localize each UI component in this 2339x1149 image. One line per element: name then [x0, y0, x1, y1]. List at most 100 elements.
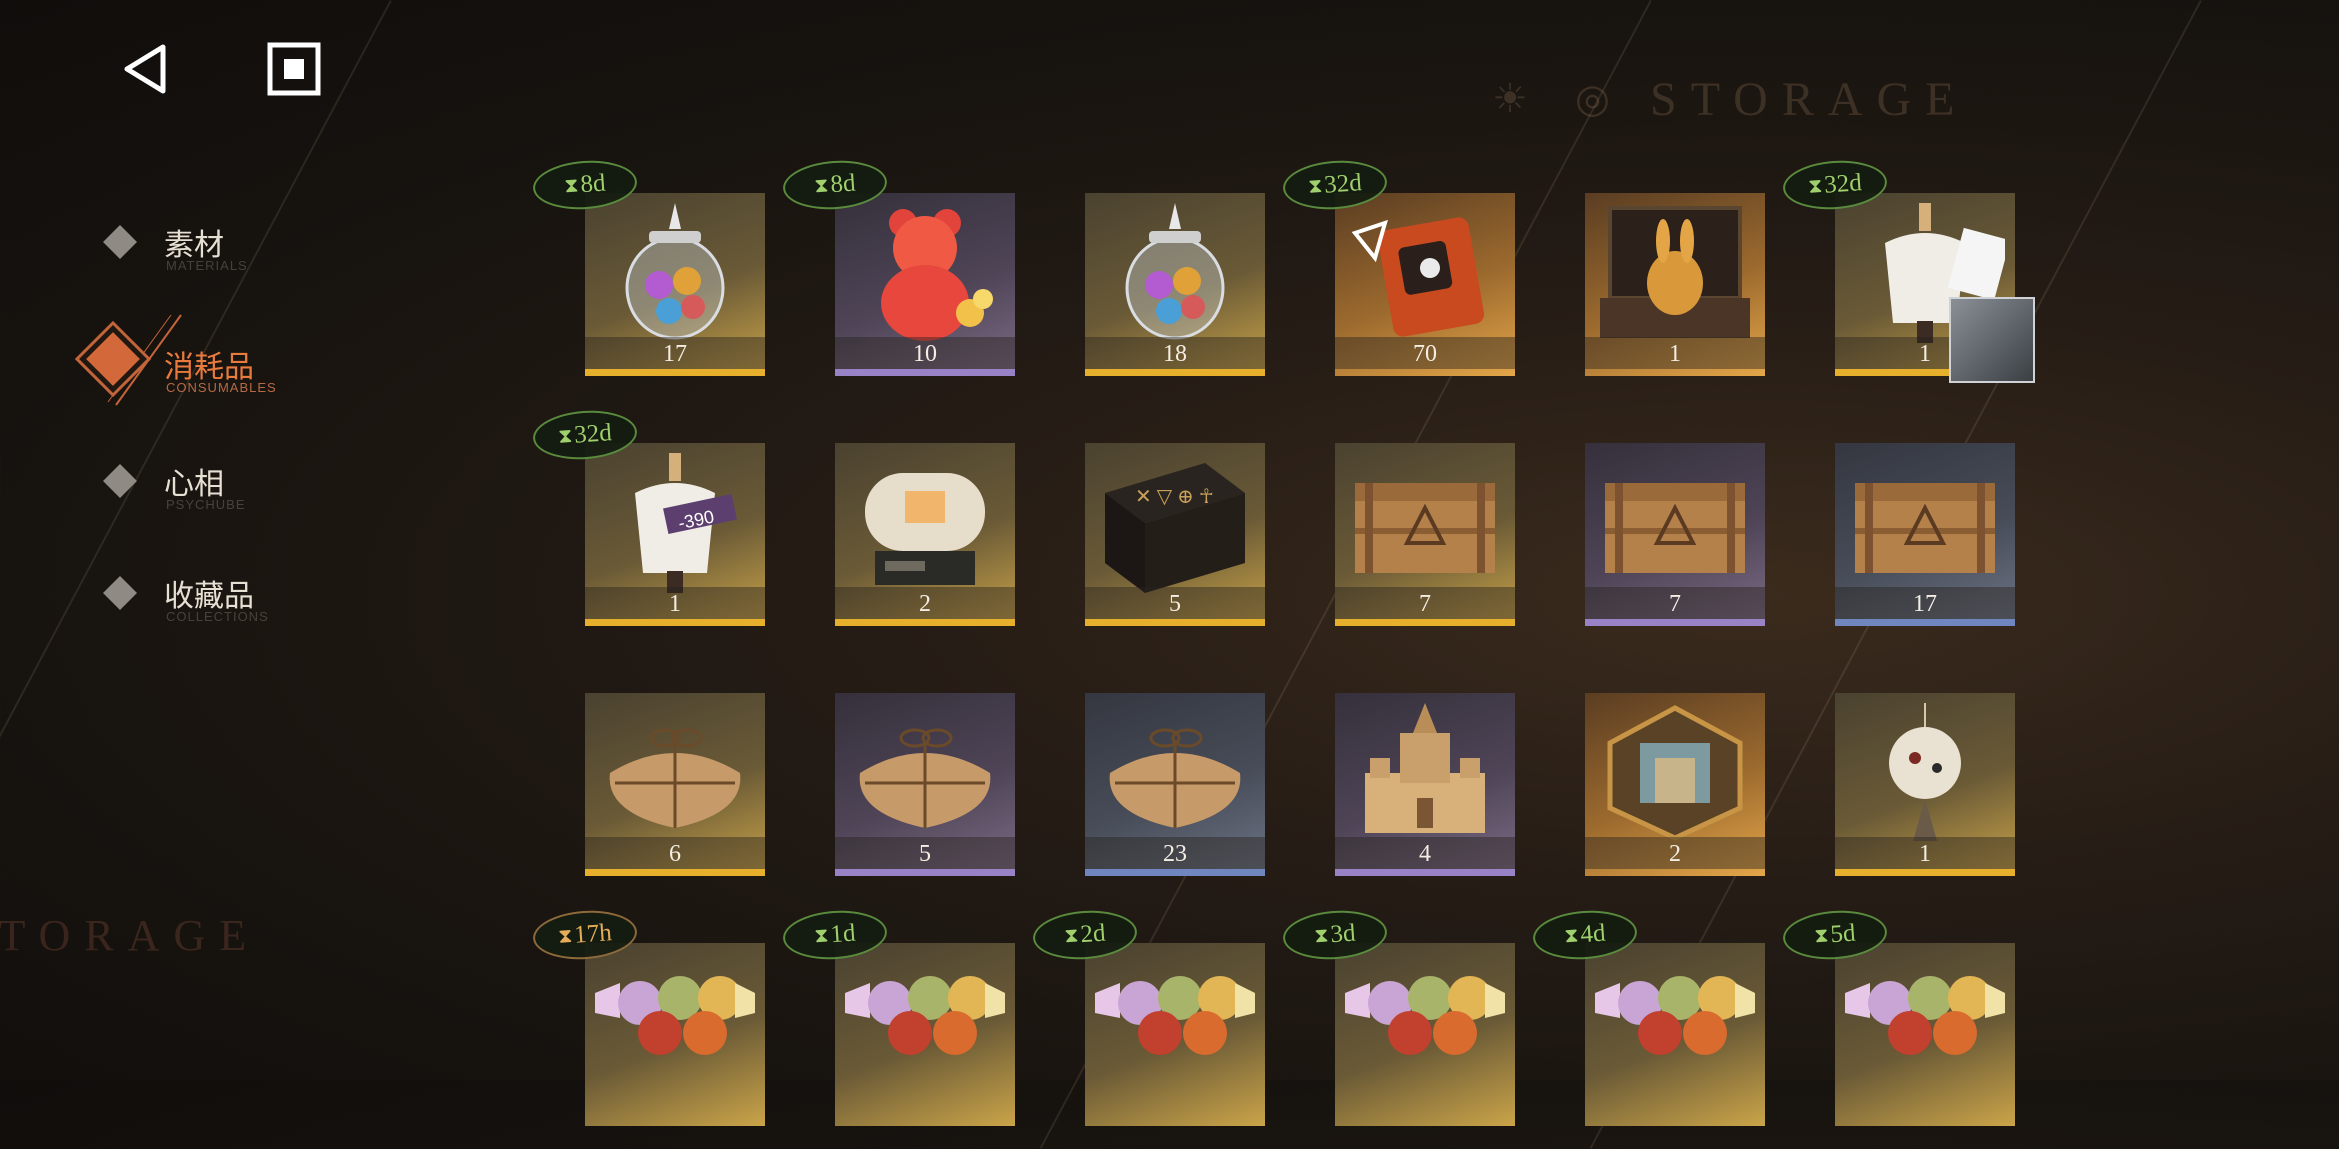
- item-count: 5: [1169, 591, 1181, 617]
- diamond-icon: [103, 464, 137, 498]
- item-count: 23: [1163, 841, 1187, 867]
- home-button[interactable]: [259, 34, 329, 104]
- timer-value: 2d: [1079, 919, 1107, 949]
- hourglass-icon: ⧗: [557, 924, 574, 948]
- inventory-item[interactable]: ⧗ 3d: [1281, 907, 1515, 1126]
- inventory-item[interactable]: 2: [1585, 693, 1765, 876]
- timer-value: 17h: [573, 919, 613, 949]
- hexagon-badge-icon: [1595, 703, 1755, 843]
- timer-value: 4d: [1579, 919, 1607, 949]
- rarity-bar: [835, 369, 1015, 376]
- inventory-item[interactable]: 17 ⧗ 8d: [531, 157, 765, 376]
- svg-text:✕ ▽ ⊕ ☥: ✕ ▽ ⊕ ☥: [1135, 486, 1214, 508]
- storage-watermark-bottom: STORAGE: [0, 911, 261, 960]
- inventory-item[interactable]: ⧗ 4d: [1531, 907, 1765, 1126]
- rarity-bar: [1335, 869, 1515, 876]
- hourglass-icon: ⧗: [1563, 923, 1580, 947]
- inventory-item[interactable]: ⧗ 1d: [781, 907, 1015, 1126]
- inventory-item[interactable]: 1: [1585, 193, 1765, 376]
- inventory-item[interactable]: 1 ⧗ 32d: [1781, 157, 2035, 383]
- item-count: 6: [669, 841, 681, 867]
- rarity-bar: [1585, 869, 1765, 876]
- jar-of-candies-icon: [1095, 203, 1255, 343]
- inventory-item[interactable]: 7: [1585, 443, 1765, 626]
- golden-rabbit-box-icon: [1595, 203, 1755, 343]
- square-home-icon: [267, 42, 321, 96]
- sand-castle-icon: [1345, 703, 1505, 843]
- rarity-bar: [1835, 869, 2015, 876]
- inventory-item[interactable]: 10 ⧗ 8d: [781, 157, 1015, 376]
- back-button[interactable]: [110, 34, 180, 104]
- item-count: 2: [919, 591, 931, 617]
- hourglass-icon: ⧗: [1813, 923, 1830, 947]
- inventory-item[interactable]: ⧗ 2d: [1031, 907, 1265, 1126]
- paper-parcel-icon: [845, 703, 1005, 843]
- hourglass-icon: ⧗: [813, 173, 830, 197]
- timer-value: 32d: [1323, 169, 1363, 199]
- category-sublabel: MATERIALS: [166, 258, 248, 273]
- inventory-item[interactable]: ⧗ 17h: [531, 907, 765, 1126]
- rarity-bar: [1585, 369, 1765, 376]
- wooden-crate-icon: [1345, 453, 1505, 593]
- item-count: 1: [1919, 841, 1931, 867]
- wrapped-candies-icon: [1595, 953, 1755, 1093]
- inventory-item[interactable]: ✕ ▽ ⊕ ☥ 5: [1085, 443, 1265, 626]
- wooden-crate-icon: [1595, 453, 1755, 593]
- wooden-crate-icon: [1845, 453, 2005, 593]
- hourglass-icon: ⧗: [1807, 174, 1824, 198]
- item-count: 1: [669, 591, 681, 617]
- item-count: 5: [919, 841, 931, 867]
- inventory-item[interactable]: 7: [1335, 443, 1515, 626]
- rarity-bar: [585, 619, 765, 626]
- paper-parcel-icon: [1095, 703, 1255, 843]
- inventory-item[interactable]: ⧗ 5d: [1781, 907, 2015, 1126]
- category-sublabel: COLLECTIONS: [166, 609, 269, 624]
- jar-of-candies-icon: [595, 203, 755, 343]
- character-portrait-icon: [1949, 297, 2035, 383]
- triangle-back-icon: [124, 44, 166, 94]
- item-count: 7: [1419, 591, 1431, 617]
- rarity-bar: [1835, 619, 2015, 626]
- diamond-icon: [103, 225, 137, 259]
- inventory-item[interactable]: 4: [1335, 693, 1515, 876]
- timer-value: 3d: [1329, 919, 1357, 949]
- rarity-bar: [1335, 619, 1515, 626]
- inventory-item[interactable]: -390 1 ⧗ 32d: [531, 407, 765, 626]
- capsule-machine-icon: [845, 453, 1005, 593]
- wrapped-candies-icon: [845, 953, 1005, 1093]
- hourglass-icon: ⧗: [1063, 923, 1080, 947]
- rune-chest-icon: ✕ ▽ ⊕ ☥: [1095, 453, 1255, 593]
- inventory-item[interactable]: 17: [1835, 443, 2015, 626]
- rarity-bar: [1085, 369, 1265, 376]
- item-count: 2: [1669, 841, 1681, 867]
- red-gummy-bear-icon: [845, 203, 1005, 343]
- rarity-bar: [1335, 369, 1515, 376]
- item-count: 1: [1669, 341, 1681, 367]
- item-count: 10: [913, 341, 937, 367]
- category-sublabel: PSYCHUBE: [166, 497, 246, 512]
- paper-parcel-icon: [595, 703, 755, 843]
- inventory-item[interactable]: 23: [1085, 693, 1265, 876]
- inventory-item[interactable]: 5: [835, 693, 1015, 876]
- inventory-item[interactable]: 6: [585, 693, 765, 876]
- inventory-item[interactable]: 70 ⧗ 32d: [1281, 157, 1515, 376]
- wrapped-candies-icon: [1345, 953, 1505, 1093]
- timer-value: 8d: [579, 169, 607, 199]
- rarity-bar: [835, 619, 1015, 626]
- mannequin-coupon-icon: -390: [595, 453, 755, 593]
- timer-value: 32d: [1823, 169, 1863, 199]
- storage-watermark: STORAGE: [1650, 73, 1969, 126]
- orange-device-icon: [1345, 203, 1505, 343]
- rarity-bar: [585, 869, 765, 876]
- item-count: 17: [663, 341, 687, 367]
- inventory-item[interactable]: 18: [1085, 193, 1265, 376]
- eye-watermark-icon: ◎: [1575, 76, 1610, 121]
- inventory-item[interactable]: 1: [1835, 693, 2015, 876]
- timer-value: 5d: [1829, 919, 1857, 949]
- item-count: 17: [1913, 591, 1937, 617]
- rarity-bar: [1585, 619, 1765, 626]
- category-sublabel: CONSUMABLES: [166, 380, 277, 395]
- item-count: 70: [1413, 341, 1437, 367]
- inventory-item[interactable]: 2: [835, 443, 1015, 626]
- wrapped-candies-icon: [1095, 953, 1255, 1093]
